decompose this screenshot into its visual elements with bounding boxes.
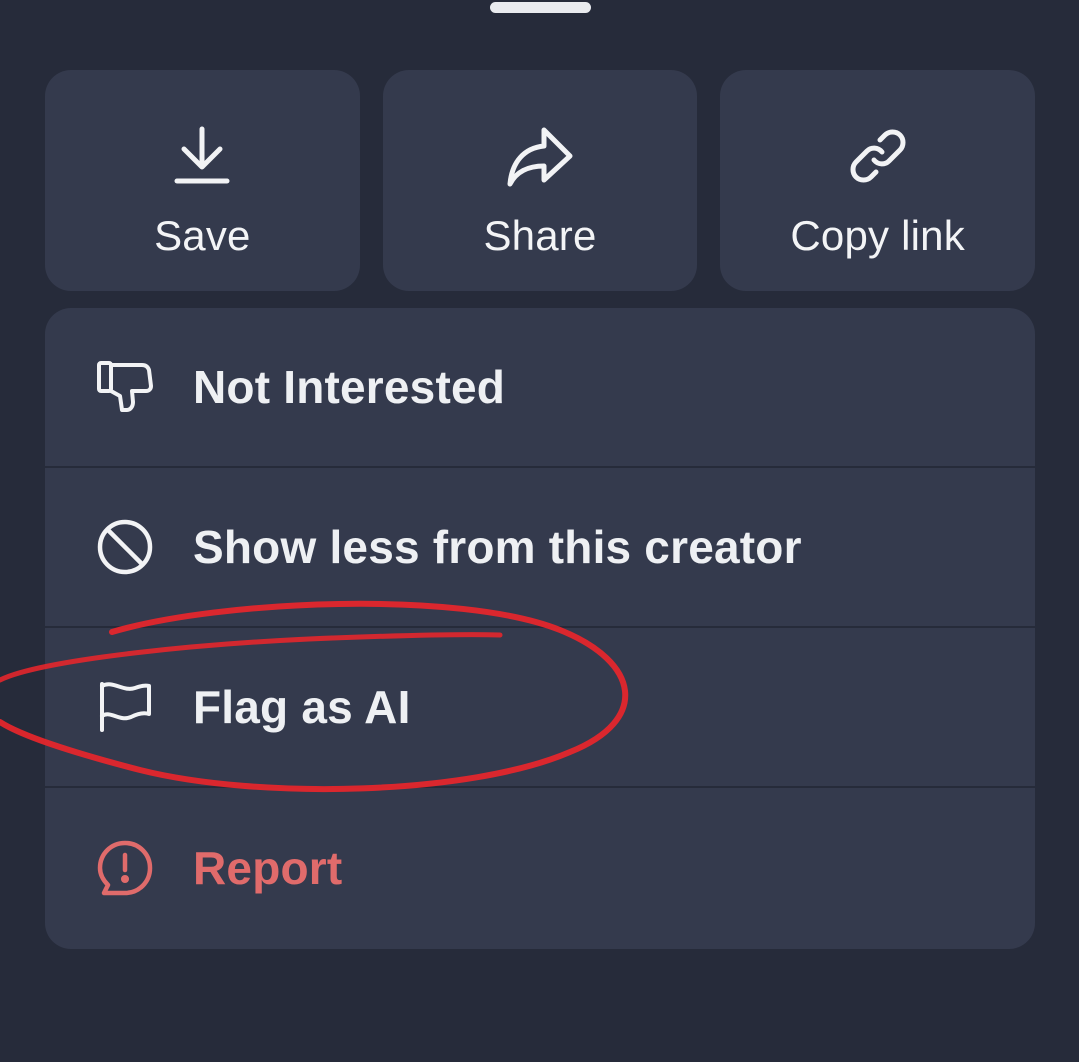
menu-item-flag-ai[interactable]: Flag as AI <box>45 628 1035 788</box>
not-interested-label: Not Interested <box>193 361 506 413</box>
menu-item-not-interested[interactable]: Not Interested <box>45 308 1035 468</box>
quick-actions: Save Share Copy link <box>45 70 1036 291</box>
report-icon <box>95 838 155 898</box>
show-less-label: Show less from this creator <box>193 521 802 573</box>
menu-item-show-less[interactable]: Show less from this creator <box>45 468 1035 628</box>
link-icon <box>844 122 912 190</box>
share-button[interactable]: Share <box>382 70 698 291</box>
bottom-sheet: Save Share Copy link Not Interested Show… <box>0 0 1079 1062</box>
options-menu: Not Interested Show less from this creat… <box>45 308 1035 949</box>
copy-link-label: Copy link <box>790 212 965 259</box>
download-icon <box>168 122 236 190</box>
share-label: Share <box>483 212 597 259</box>
thumbs-down-icon <box>95 357 155 417</box>
menu-item-report[interactable]: Report <box>45 788 1035 948</box>
report-label: Report <box>193 842 343 894</box>
save-label: Save <box>154 212 251 259</box>
drag-handle[interactable] <box>490 2 591 13</box>
share-icon <box>506 122 574 190</box>
block-icon <box>95 517 155 577</box>
flag-icon <box>95 677 155 737</box>
copy-link-button[interactable]: Copy link <box>720 70 1036 291</box>
flag-ai-label: Flag as AI <box>193 681 411 733</box>
save-button[interactable]: Save <box>45 70 360 291</box>
